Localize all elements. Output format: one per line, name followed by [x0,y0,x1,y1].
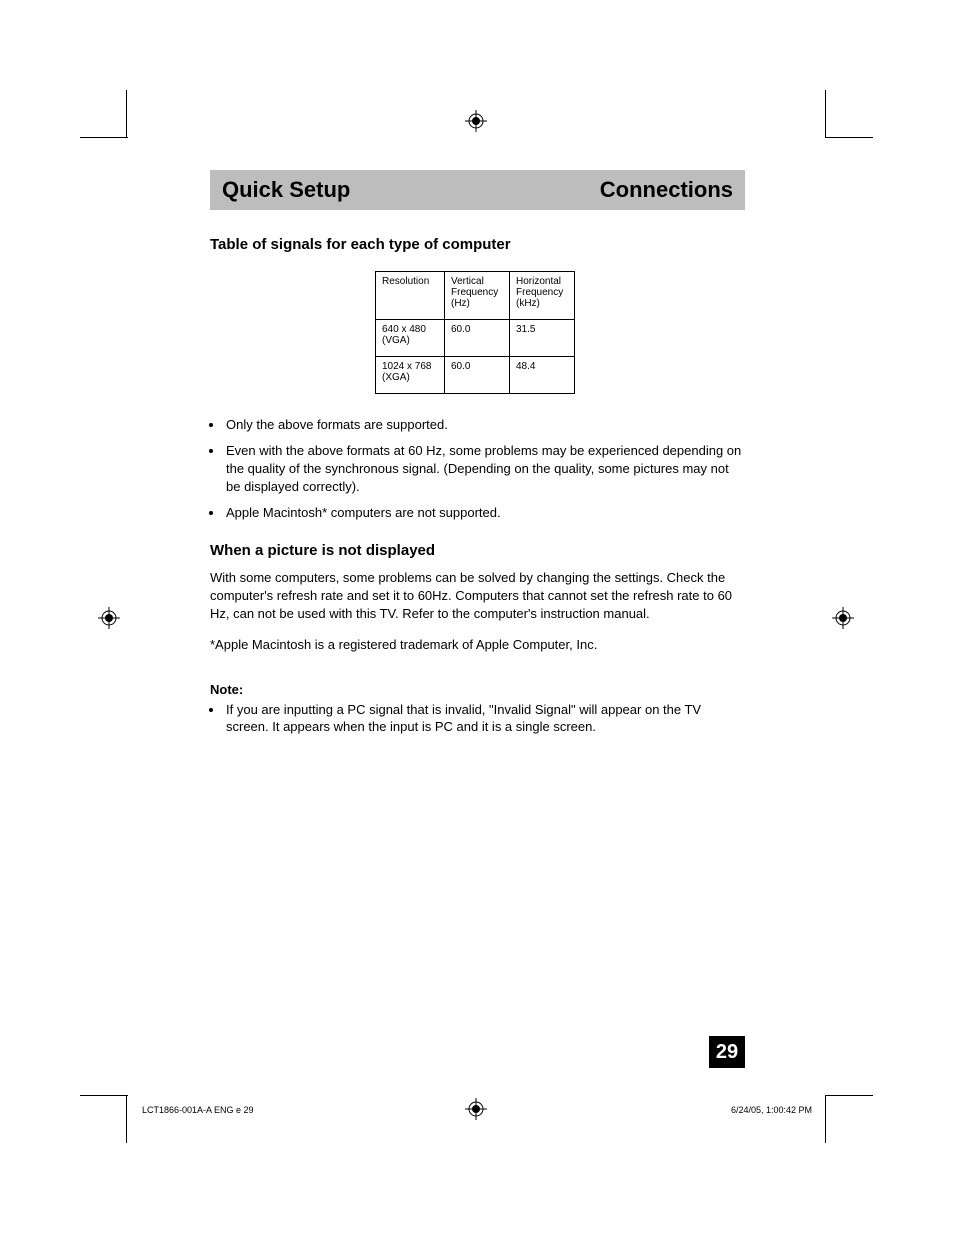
table-header-row: Resolution Vertical Frequency (Hz) Horiz… [376,272,575,320]
table-cell: 1024 x 768 (XGA) [376,357,445,394]
section-heading-picture: When a picture is not displayed [210,542,745,559]
crop-mark [825,90,826,138]
bullet-list: Only the above formats are supported. Ev… [210,416,745,522]
header-right: Connections [600,177,733,203]
list-item: If you are inputting a PC signal that is… [224,701,745,737]
crop-mark [825,137,873,138]
page-content: Quick Setup Connections Table of signals… [210,170,745,736]
document-page: Quick Setup Connections Table of signals… [0,0,954,1235]
registration-mark-icon [832,607,854,629]
table-header-cell: Horizontal Frequency (kHz) [510,272,575,320]
footer-right: 6/24/05, 1:00:42 PM [731,1105,812,1115]
note-label: Note: [210,682,745,697]
crop-mark [80,1095,128,1096]
table-cell: 60.0 [445,357,510,394]
table-cell: 48.4 [510,357,575,394]
list-item: Only the above formats are supported. [224,416,745,434]
crop-mark [126,1095,127,1143]
header-bar: Quick Setup Connections [210,170,745,210]
list-item: Even with the above formats at 60 Hz, so… [224,442,745,496]
signals-table-wrap: Resolution Vertical Frequency (Hz) Horiz… [375,271,745,394]
note-list: If you are inputting a PC signal that is… [210,701,745,737]
list-item: Apple Macintosh* computers are not suppo… [224,504,745,522]
registration-mark-icon [98,607,120,629]
body-paragraph: With some computers, some problems can b… [210,569,745,623]
table-cell: 31.5 [510,320,575,357]
trademark-text: *Apple Macintosh is a registered tradema… [210,637,745,652]
crop-mark [825,1095,873,1096]
footer-left: LCT1866-001A-A ENG e 29 [142,1105,254,1115]
section-heading-signals: Table of signals for each type of comput… [210,236,745,253]
table-cell: 640 x 480 (VGA) [376,320,445,357]
table-cell: 60.0 [445,320,510,357]
table-header-cell: Vertical Frequency (Hz) [445,272,510,320]
crop-mark [80,137,128,138]
signals-table: Resolution Vertical Frequency (Hz) Horiz… [375,271,575,394]
table-header-cell: Resolution [376,272,445,320]
registration-mark-icon [465,1098,487,1120]
registration-mark-icon [465,110,487,132]
table-row: 640 x 480 (VGA) 60.0 31.5 [376,320,575,357]
page-number: 29 [709,1036,745,1068]
table-row: 1024 x 768 (XGA) 60.0 48.4 [376,357,575,394]
header-left: Quick Setup [222,177,350,203]
crop-mark [126,90,127,138]
crop-mark [825,1095,826,1143]
